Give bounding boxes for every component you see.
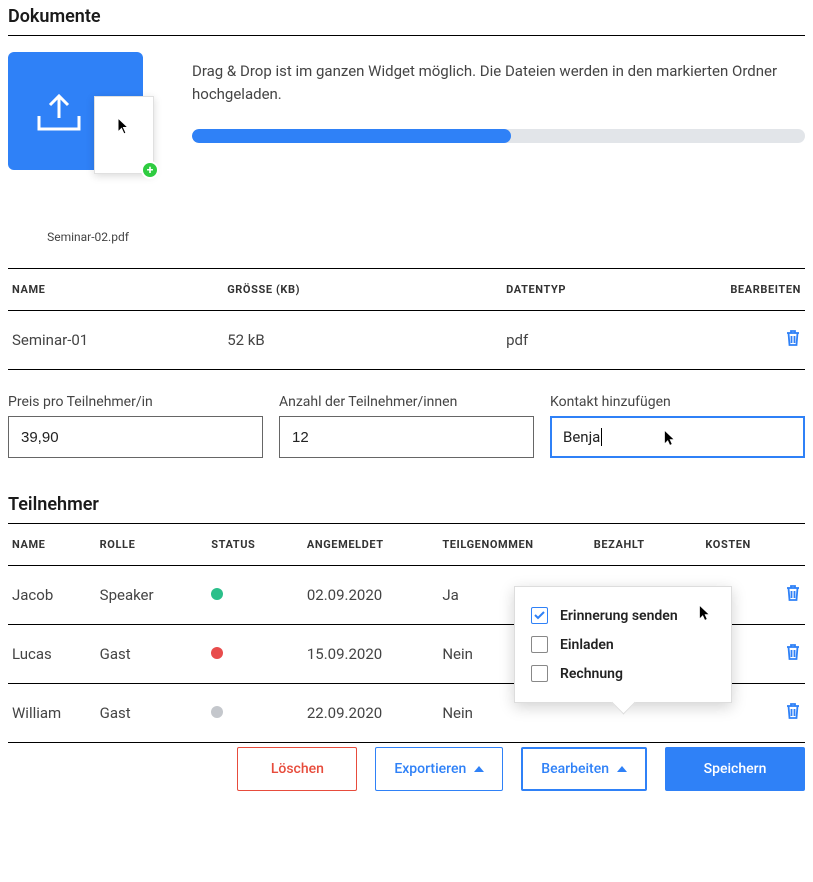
p-name: William bbox=[8, 684, 96, 743]
doc-size: 52 kB bbox=[223, 311, 502, 370]
p-role: Speaker bbox=[96, 566, 208, 625]
col-paid: BEZAHLT bbox=[590, 524, 702, 566]
upload-progress-fill bbox=[192, 129, 511, 143]
contact-label: Kontakt hinzufügen bbox=[550, 394, 805, 410]
trash-icon[interactable] bbox=[785, 702, 801, 720]
popup-item-invoice[interactable]: Rechnung bbox=[531, 659, 715, 688]
doc-name: Seminar-01 bbox=[8, 311, 223, 370]
count-input[interactable] bbox=[279, 416, 534, 458]
plus-icon: + bbox=[141, 161, 159, 179]
actions-row: Löschen Exportieren Bearbeiten Speichern bbox=[8, 747, 805, 791]
col-name: NAME bbox=[8, 524, 96, 566]
p-role: Gast bbox=[96, 684, 208, 743]
p-name: Lucas bbox=[8, 625, 96, 684]
upload-row: + Seminar-02.pdf Drag & Drop ist im ganz… bbox=[8, 52, 805, 244]
file-thumbnail[interactable]: + bbox=[94, 96, 154, 174]
col-role: ROLLE bbox=[96, 524, 208, 566]
status-dot-icon bbox=[211, 706, 223, 718]
delete-button[interactable]: Löschen bbox=[237, 747, 357, 791]
col-size: GRÖSSE (KB) bbox=[223, 269, 502, 311]
popup-item-label: Rechnung bbox=[560, 666, 623, 682]
popup-item-label: Einladen bbox=[560, 637, 614, 653]
upload-progress bbox=[192, 129, 805, 143]
col-cost: KOSTEN bbox=[701, 524, 773, 566]
p-name: Jacob bbox=[8, 566, 96, 625]
contact-input[interactable]: Benja bbox=[550, 416, 805, 458]
cursor-icon bbox=[699, 605, 711, 625]
upload-graphic[interactable]: + Seminar-02.pdf bbox=[8, 52, 168, 244]
edit-popup[interactable]: Erinnerung senden Einladen Rechnung bbox=[514, 586, 732, 703]
col-edit: BEARBEITEN bbox=[693, 269, 805, 311]
col-type: DATENTYP bbox=[502, 269, 693, 311]
trash-icon[interactable] bbox=[785, 584, 801, 602]
p-status bbox=[207, 684, 303, 743]
chevron-up-icon bbox=[474, 766, 484, 772]
fields-row: Preis pro Teilnehmer/in Anzahl der Teiln… bbox=[8, 394, 805, 458]
price-input[interactable] bbox=[8, 416, 263, 458]
cursor-icon bbox=[117, 117, 131, 138]
table-row: Seminar-01 52 kB pdf bbox=[8, 311, 805, 370]
documents-section: Dokumente + Seminar-02.pdf Drag & Drop i… bbox=[8, 6, 805, 370]
p-registered: 22.09.2020 bbox=[303, 684, 438, 743]
p-registered: 15.09.2020 bbox=[303, 625, 438, 684]
contact-input-value: Benja bbox=[563, 428, 600, 446]
upload-icon bbox=[36, 94, 82, 132]
p-role: Gast bbox=[96, 625, 208, 684]
p-registered: 02.09.2020 bbox=[303, 566, 438, 625]
divider bbox=[8, 35, 805, 36]
checkbox-icon[interactable] bbox=[531, 607, 548, 624]
upload-description: Drag & Drop ist im ganzen Widget möglich… bbox=[192, 60, 805, 105]
trash-icon[interactable] bbox=[785, 329, 801, 347]
popup-item-label: Erinnerung senden bbox=[560, 608, 678, 624]
text-caret bbox=[601, 428, 602, 446]
col-registered: ANGEMELDET bbox=[303, 524, 438, 566]
participants-title: Teilnehmer bbox=[8, 494, 805, 515]
participants-section: Teilnehmer NAME ROLLE STATUS ANGEMELDET … bbox=[8, 494, 805, 743]
documents-table: NAME GRÖSSE (KB) DATENTYP BEARBEITEN Sem… bbox=[8, 268, 805, 370]
trash-icon[interactable] bbox=[785, 643, 801, 661]
doc-type: pdf bbox=[502, 311, 693, 370]
export-button[interactable]: Exportieren bbox=[375, 747, 503, 791]
save-button[interactable]: Speichern bbox=[665, 747, 805, 791]
popup-item-invite[interactable]: Einladen bbox=[531, 630, 715, 659]
price-label: Preis pro Teilnehmer/in bbox=[8, 394, 263, 410]
edit-button[interactable]: Bearbeiten bbox=[521, 747, 647, 791]
upload-filename: Seminar-02.pdf bbox=[8, 230, 168, 244]
count-label: Anzahl der Teilnehmer/innen bbox=[279, 394, 534, 410]
cursor-icon bbox=[664, 430, 676, 450]
popup-item-reminder[interactable]: Erinnerung senden bbox=[531, 601, 715, 630]
chevron-up-icon bbox=[617, 766, 627, 772]
p-status bbox=[207, 625, 303, 684]
col-name: NAME bbox=[8, 269, 223, 311]
documents-title: Dokumente bbox=[8, 6, 805, 27]
col-status: STATUS bbox=[207, 524, 303, 566]
checkbox-icon[interactable] bbox=[531, 665, 548, 682]
p-status bbox=[207, 566, 303, 625]
col-attended: TEILGENOMMEN bbox=[438, 524, 589, 566]
status-dot-icon bbox=[211, 588, 223, 600]
status-dot-icon bbox=[211, 647, 223, 659]
checkbox-icon[interactable] bbox=[531, 636, 548, 653]
